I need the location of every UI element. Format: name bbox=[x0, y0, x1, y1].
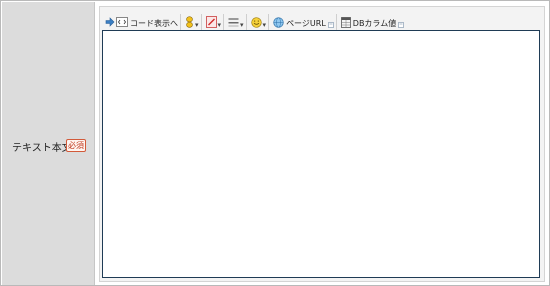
code-view-label: コード表示へ bbox=[130, 18, 178, 28]
chevron-down-icon: ▾ bbox=[240, 21, 244, 29]
popup-icon bbox=[398, 21, 405, 30]
field-input-cell: コード表示へ ▾ ▾ ▾ ▾ ページURL DBカラム値 bbox=[95, 2, 548, 285]
chevron-down-icon: ▾ bbox=[195, 21, 199, 29]
horizontal-rule-icon bbox=[228, 17, 239, 30]
arrow-right-icon bbox=[105, 17, 115, 29]
smiley-icon bbox=[250, 16, 262, 30]
database-table-icon bbox=[340, 16, 351, 30]
form-table: テキスト本文 必須 コード表示へ ▾ ▾ ▾ ▾ ページURL DBカラム値 bbox=[0, 0, 550, 286]
text-color-icon bbox=[185, 15, 194, 31]
rich-text-editor: コード表示へ ▾ ▾ ▾ ▾ ページURL DBカラム値 bbox=[99, 6, 545, 282]
globe-icon bbox=[273, 16, 284, 30]
editor-text-area[interactable] bbox=[102, 30, 540, 278]
chevron-down-icon: ▾ bbox=[217, 21, 222, 29]
chevron-down-icon: ▾ bbox=[262, 21, 267, 29]
page-url-label: ページURL bbox=[286, 18, 326, 28]
required-badge: 必須 bbox=[66, 139, 86, 152]
highlight-icon bbox=[205, 16, 217, 30]
db-column-label: DBカラム値 bbox=[352, 18, 397, 28]
popup-icon bbox=[327, 21, 334, 30]
code-icon bbox=[116, 17, 128, 29]
field-label-cell: テキスト本文 必須 bbox=[2, 2, 95, 285]
field-label: テキスト本文 bbox=[12, 143, 72, 154]
